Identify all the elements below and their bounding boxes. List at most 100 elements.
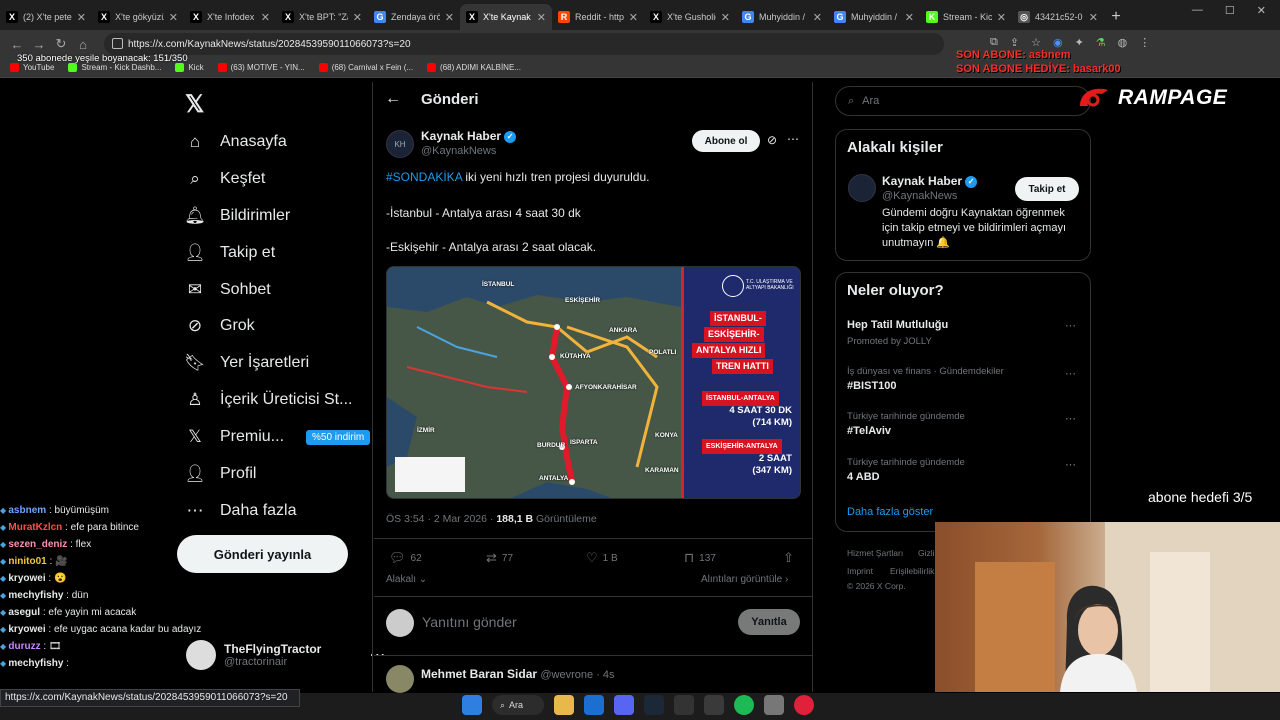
nav-item-bookmarks[interactable]: 🔖︎ Yer İşaretleri — [184, 349, 309, 377]
trend-name[interactable]: 4 ABD — [847, 471, 880, 483]
browser-tab[interactable]: G Muhyiddin / ✕ — [828, 4, 920, 30]
bookmark-item[interactable]: (68) Carnival x Fein (... — [318, 63, 413, 72]
subscribe-button[interactable]: Abone ol — [692, 130, 760, 152]
app-red-icon[interactable] — [794, 695, 814, 715]
browser-tab[interactable]: G Zendaya örö ✕ — [368, 4, 460, 30]
settings-icon[interactable] — [764, 695, 784, 715]
hashtag-link[interactable]: #SONDAKİKA — [386, 170, 462, 184]
trend-more-icon[interactable]: ⋯ — [1065, 458, 1077, 471]
windows-start-icon[interactable] — [462, 695, 482, 715]
new-tab-button[interactable]: + — [1104, 4, 1128, 30]
nav-item-home[interactable]: ⌂ Anasayfa — [186, 128, 287, 156]
related-avatar[interactable] — [848, 174, 876, 202]
tab-close-icon[interactable]: ✕ — [629, 11, 638, 24]
reload-icon[interactable]: ↻ — [50, 33, 72, 55]
back-icon[interactable]: ← — [6, 33, 28, 55]
browser-tab[interactable]: K Stream - Kick ✕ — [920, 4, 1012, 30]
post-more-icon[interactable]: ⋯ — [787, 132, 799, 146]
trend-name[interactable]: #TelAviv — [847, 425, 891, 437]
home-icon[interactable]: ⌂ — [72, 33, 94, 55]
tweet-image[interactable]: İSTANBUL ESKİŞEHİR ANKARA KÜTAHYA AFYONK… — [386, 266, 801, 499]
browser-tab[interactable]: G Muhyiddin / ✕ — [736, 4, 828, 30]
bookmark-item[interactable]: Kick — [175, 63, 204, 72]
menu-icon[interactable]: ⋮ — [1139, 36, 1150, 49]
browser-tab[interactable]: R Reddit - http ✕ — [552, 4, 644, 30]
show-more-link[interactable]: Daha fazla göster — [847, 506, 933, 518]
browser-tab[interactable]: X X'te Gusholic ✕ — [644, 4, 736, 30]
bookmark-item[interactable]: (68) ADIMI KALBİNE... — [427, 63, 521, 72]
author-handle[interactable]: @KaynakNews — [421, 145, 516, 157]
view-quotes-link[interactable]: Alıntıları görüntüle › — [701, 574, 788, 585]
trend-more-icon[interactable]: ⋯ — [1065, 367, 1077, 380]
grok-icon[interactable]: ⊘ — [767, 133, 777, 147]
forward-icon[interactable]: → — [28, 33, 50, 55]
browser-tab[interactable]: X (2) X'te peter ✕ — [0, 4, 92, 30]
browser-tab[interactable]: X X'te Infodex ✕ — [184, 4, 276, 30]
nav-item-follow[interactable]: 👤︎ Takip et — [184, 239, 275, 267]
browser-tab[interactable]: X X'te Kaynak ✕ — [460, 4, 552, 30]
back-arrow-icon[interactable]: ← — [385, 90, 401, 108]
maximize-icon[interactable]: ☐ — [1225, 4, 1235, 17]
nav-item-explore[interactable]: ⌕ Keşfet — [186, 165, 265, 193]
search-box[interactable]: ⌕ Ara — [835, 86, 1091, 116]
tab-close-icon[interactable]: ✕ — [169, 11, 178, 24]
tab-close-icon[interactable]: ✕ — [537, 11, 546, 24]
trend-name[interactable]: Hep Tatil Mutluluğu — [847, 319, 948, 331]
trend-more-icon[interactable]: ⋯ — [1065, 319, 1077, 332]
app-icon[interactable] — [584, 695, 604, 715]
related-name[interactable]: Kaynak Haber — [882, 174, 962, 188]
close-window-icon[interactable]: ✕ — [1257, 4, 1266, 17]
nav-item-chat[interactable]: ✉ Sohbet — [186, 276, 271, 304]
footer-imprint[interactable]: Imprint — [847, 566, 873, 576]
spotify-icon[interactable] — [734, 695, 754, 715]
reply-button[interactable]: Yanıtla — [738, 609, 800, 635]
file-explorer-icon[interactable] — [554, 695, 574, 715]
nav-item-profile[interactable]: 👤︎ Profil — [184, 460, 256, 488]
tab-close-icon[interactable]: ✕ — [813, 11, 822, 24]
site-info-icon[interactable] — [112, 38, 123, 49]
author-avatar[interactable]: KH — [386, 130, 414, 158]
x-logo-icon[interactable]: 𝕏 — [185, 90, 204, 119]
nav-item-creator-studio[interactable]: ♙ İçerik Üreticisi St... — [186, 386, 352, 414]
nav-item-premium[interactable]: 𝕏 Premiu... %50 indirim — [186, 423, 371, 451]
footer-terms[interactable]: Hizmet Şartları — [847, 548, 903, 558]
tab-close-icon[interactable]: ✕ — [905, 11, 914, 24]
bookmark-item[interactable]: Stream - Kick Dashb... — [68, 63, 161, 72]
tab-close-icon[interactable]: ✕ — [445, 11, 454, 24]
author-name[interactable]: Kaynak Haber — [421, 129, 501, 143]
nav-item-grok[interactable]: ⊘ Grok — [186, 312, 255, 340]
tweet-time[interactable]: ÖS 3:54 · 2 Mar 2026 · — [386, 513, 496, 525]
tab-close-icon[interactable]: ✕ — [997, 11, 1006, 24]
epic-games-icon[interactable] — [674, 695, 694, 715]
reply-author-avatar[interactable] — [386, 665, 414, 693]
bookmark-action[interactable]: ⊓ 137 — [684, 550, 716, 566]
relevance-dropdown[interactable]: Alakalı ⌄ — [386, 574, 427, 585]
discord-icon[interactable] — [614, 695, 634, 715]
browser-tab[interactable]: ◎ 43421c52-0 ✕ — [1012, 4, 1104, 30]
follow-button[interactable]: Takip et — [1015, 177, 1079, 201]
browser-tab[interactable]: X X'te BPT: "Za ✕ — [276, 4, 368, 30]
browser-tab[interactable]: X X'te gökyüzü ✕ — [92, 4, 184, 30]
nav-item-notifications[interactable]: 🔔︎ Bildirimler — [184, 202, 290, 230]
address-bar[interactable]: https://x.com/KaynakNews/status/20284539… — [104, 33, 944, 55]
footer-privacy[interactable]: Gizli — [918, 548, 935, 558]
trend-name[interactable]: #BIST100 — [847, 380, 897, 392]
tab-close-icon[interactable]: ✕ — [1089, 11, 1098, 24]
steam-icon[interactable] — [644, 695, 664, 715]
like-action[interactable]: ♡ 1 B — [586, 550, 618, 566]
footer-accessibility[interactable]: Erişilebilirlik — [890, 566, 934, 576]
trend-more-icon[interactable]: ⋯ — [1065, 412, 1077, 425]
tab-close-icon[interactable]: ✕ — [261, 11, 270, 24]
share-action[interactable]: ⇧ — [783, 550, 794, 566]
reply-author-name[interactable]: Mehmet Baran Sidar — [421, 667, 537, 681]
repost-action[interactable]: ⇄ 77 — [486, 550, 513, 566]
bookmark-item[interactable]: (63) MOTIVE - YIN... — [217, 63, 305, 72]
reply-input[interactable]: Yanıtını gönder — [422, 614, 517, 630]
tab-close-icon[interactable]: ✕ — [353, 11, 362, 24]
bookmark-item[interactable]: YouTube — [10, 63, 54, 72]
tab-close-icon[interactable]: ✕ — [721, 11, 730, 24]
obs-icon[interactable] — [704, 695, 724, 715]
taskbar-search[interactable]: ⌕ Ara — [492, 695, 544, 715]
minimize-icon[interactable]: — — [1192, 4, 1203, 17]
tab-close-icon[interactable]: ✕ — [77, 11, 86, 24]
